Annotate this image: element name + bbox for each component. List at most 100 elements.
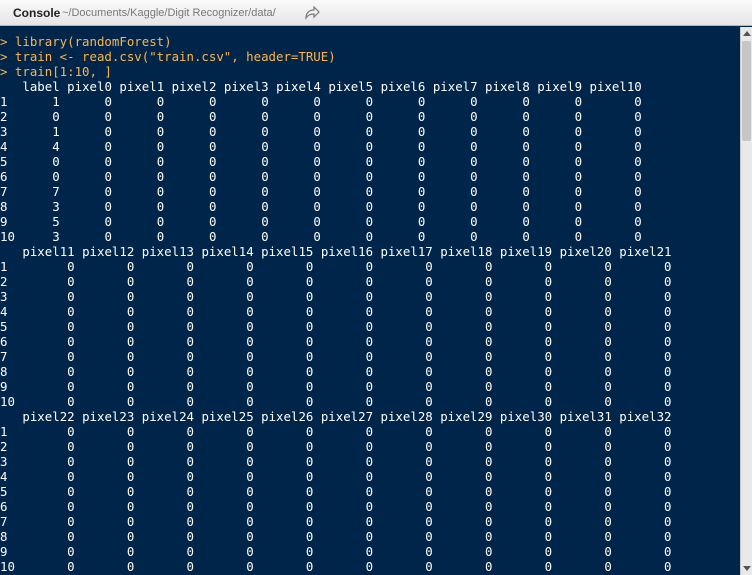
table-cell: 0 — [186, 559, 194, 574]
panel-title[interactable]: Console — [13, 6, 60, 20]
table-cell: 0 — [261, 139, 269, 154]
table-cell: 0 — [664, 304, 672, 319]
table-cell: 0 — [305, 559, 314, 574]
console-panel-header: Console ~/Documents/Kaggle/Digit Recogni… — [0, 0, 752, 26]
table-cell: 0 — [544, 379, 553, 394]
scroll-down-arrow-icon[interactable] — [743, 566, 751, 571]
table-cell: 0 — [604, 379, 612, 394]
table-cell: 0 — [417, 124, 426, 139]
table-cell: 0 — [604, 289, 612, 304]
column-header: pixel17 — [380, 244, 433, 259]
table-cell: 0 — [186, 349, 194, 364]
table-cell: 0 — [126, 484, 135, 499]
table-cell: 0 — [126, 559, 135, 574]
working-directory-path: ~/Documents/Kaggle/Digit Recognizer/data… — [62, 7, 276, 19]
table-cell: 0 — [604, 274, 612, 289]
column-header: label — [22, 79, 60, 94]
table-cell: 0 — [484, 364, 493, 379]
table-cell: 0 — [365, 214, 374, 229]
table-cell: 0 — [522, 124, 530, 139]
column-header: pixel8 — [485, 79, 530, 94]
vertical-scrollbar[interactable] — [740, 27, 752, 575]
table-cell: 0 — [417, 199, 426, 214]
table-row: 3 1 0 0 0 0 0 0 0 0 0 0 0 — [0, 124, 672, 139]
column-header: pixel32 — [619, 409, 672, 424]
table-cell: 0 — [604, 424, 612, 439]
table-cell: 0 — [365, 184, 374, 199]
table-cell: 0 — [664, 394, 672, 409]
table-cell: 0 — [126, 274, 135, 289]
row-name: 3 — [0, 454, 8, 469]
go-to-directory-icon[interactable] — [304, 6, 320, 20]
table-cell: 0 — [664, 364, 672, 379]
table-cell: 0 — [246, 424, 254, 439]
table-cell: 0 — [186, 364, 194, 379]
table-cell: 0 — [305, 424, 314, 439]
table-cell: 0 — [544, 454, 553, 469]
table-cell: 0 — [544, 514, 553, 529]
table-cell: 0 — [305, 364, 314, 379]
table-row: 4 0 0 0 0 0 0 0 0 0 0 0 — [0, 304, 672, 319]
table-cell: 0 — [313, 199, 321, 214]
table-row: 10 3 0 0 0 0 0 0 0 0 0 0 0 — [0, 229, 672, 244]
scrollbar-thumb[interactable] — [742, 41, 751, 141]
console-output[interactable]: > library(randomForest) > train <- read.c… — [0, 27, 740, 575]
table-cell: 0 — [522, 229, 530, 244]
table-cell: 0 — [365, 274, 374, 289]
table-cell: 0 — [664, 319, 672, 334]
table-cell: 0 — [104, 124, 112, 139]
table-cell: 0 — [484, 334, 493, 349]
table-cell: 0 — [67, 514, 75, 529]
table-cell: 7 — [52, 184, 60, 199]
table-cell: 0 — [522, 184, 530, 199]
table-cell: 0 — [52, 154, 60, 169]
table-cell: 0 — [544, 304, 553, 319]
table-cell: 0 — [634, 154, 642, 169]
table-cell: 0 — [313, 169, 321, 184]
table-cell: 0 — [544, 259, 553, 274]
table-cell: 0 — [67, 319, 75, 334]
table-cell: 0 — [604, 364, 612, 379]
table-cell: 0 — [67, 559, 75, 574]
table-cell: 0 — [186, 454, 194, 469]
column-header: pixel18 — [440, 244, 493, 259]
row-name: 10 — [0, 559, 15, 574]
table-cell: 0 — [664, 514, 672, 529]
column-header: pixel7 — [432, 79, 478, 94]
table-cell: 0 — [246, 469, 254, 484]
table-row: 8 0 0 0 0 0 0 0 0 0 0 0 — [0, 364, 672, 379]
table-cell: 0 — [470, 229, 478, 244]
table-cell: 0 — [365, 109, 374, 124]
table-cell: 0 — [425, 439, 433, 454]
table-cell: 0 — [634, 229, 642, 244]
table-cell: 0 — [305, 394, 314, 409]
column-header: pixel28 — [380, 409, 433, 424]
table-cell: 0 — [664, 349, 672, 364]
table-cell: 0 — [365, 379, 374, 394]
table-cell: 0 — [544, 334, 553, 349]
table-row: 6 0 0 0 0 0 0 0 0 0 0 0 — [0, 334, 672, 349]
table-cell: 0 — [67, 364, 75, 379]
table-cell: 0 — [425, 274, 433, 289]
table-row: 7 0 0 0 0 0 0 0 0 0 0 0 — [0, 514, 672, 529]
scroll-up-arrow-icon[interactable] — [743, 31, 751, 36]
table-cell: 0 — [67, 544, 75, 559]
table-cell: 0 — [67, 259, 75, 274]
table-cell: 0 — [634, 139, 642, 154]
table-cell: 0 — [574, 214, 583, 229]
table-cell: 0 — [484, 439, 493, 454]
table-row: 5 0 0 0 0 0 0 0 0 0 0 0 — [0, 319, 672, 334]
table-cell: 0 — [67, 289, 75, 304]
column-header: pixel16 — [320, 244, 374, 259]
table-cell: 0 — [365, 334, 374, 349]
table-row: 9 0 0 0 0 0 0 0 0 0 0 0 — [0, 544, 672, 559]
table-cell: 0 — [484, 289, 493, 304]
table-cell: 0 — [365, 514, 374, 529]
table-cell: 0 — [634, 199, 642, 214]
table-cell: 0 — [365, 364, 374, 379]
table-cell: 0 — [313, 214, 321, 229]
row-name: 8 — [0, 199, 8, 214]
table-cell: 0 — [484, 259, 493, 274]
table-row: 2 0 0 0 0 0 0 0 0 0 0 0 0 — [0, 109, 672, 124]
table-row: 3 0 0 0 0 0 0 0 0 0 0 0 — [0, 289, 672, 304]
